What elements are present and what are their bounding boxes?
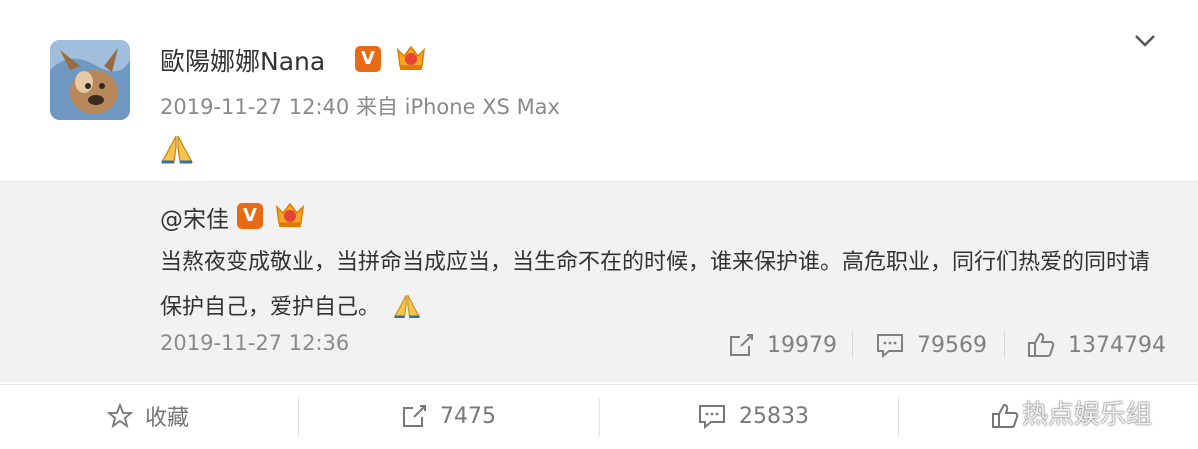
repost-text-body: 当熬夜变成敬业，当拼命当成应当，当生命不在的时候，谁来保护谁。高危职业，同行们热… [160, 250, 1151, 320]
share-icon [403, 405, 426, 427]
repost-timestamp[interactable]: 2019-11-27 12:36 [160, 331, 349, 355]
star-icon [107, 403, 133, 429]
verified-badge: V [355, 46, 381, 72]
repost-button[interactable]: 7475 [400, 398, 496, 434]
divider [298, 398, 299, 436]
share-icon [730, 334, 753, 356]
repost-mention[interactable]: @宋佳 [160, 207, 229, 233]
repost-share-stat[interactable]: 19979 [727, 328, 837, 362]
repost-like-count: 1374794 [1068, 332, 1166, 358]
post-timestamp[interactable]: 2019-11-27 12:40 [160, 95, 349, 119]
comment-count: 25833 [739, 403, 809, 429]
divider [898, 398, 899, 436]
repost-author[interactable]: @宋佳 [160, 200, 229, 234]
repost-vip-badge-icon [275, 202, 305, 227]
repost-verified-badge: V [237, 203, 263, 229]
pray-emoji-icon [160, 135, 194, 164]
repost-comment-stat[interactable]: 79569 [875, 328, 987, 362]
comment-button[interactable]: 25833 [697, 398, 809, 434]
thumbs-up-icon [992, 403, 1019, 428]
watermark: 热点娱乐组 [1022, 400, 1153, 430]
thumbs-up-icon [1028, 332, 1055, 357]
favorite-label: 收藏 [145, 406, 190, 431]
repost-text: 当熬夜变成敬业，当拼命当成应当，当生命不在的时候，谁来保护谁。高危职业，同行们热… [160, 240, 1160, 330]
favorite-button[interactable]: 收藏 [107, 398, 189, 434]
post-meta: 2019-11-27 12:40 来自 iPhone XS Max [160, 91, 560, 121]
repost-count: 7475 [440, 403, 496, 429]
divider [599, 398, 600, 436]
post-source: 来自 iPhone XS Max [355, 95, 560, 119]
vip-badge-icon [396, 45, 426, 70]
repost-comment-count: 79569 [917, 332, 987, 358]
avatar[interactable] [50, 40, 130, 120]
username[interactable]: 歐陽娜娜Nana [160, 42, 325, 78]
comment-icon [877, 334, 903, 359]
chevron-down-icon[interactable] [1130, 26, 1160, 56]
divider [852, 332, 853, 358]
repost-like-stat[interactable]: 1374794 [1026, 328, 1166, 362]
divider [1004, 332, 1005, 358]
repost-share-count: 19979 [767, 332, 837, 358]
comment-icon [699, 405, 725, 430]
pray-emoji-icon [393, 295, 421, 318]
